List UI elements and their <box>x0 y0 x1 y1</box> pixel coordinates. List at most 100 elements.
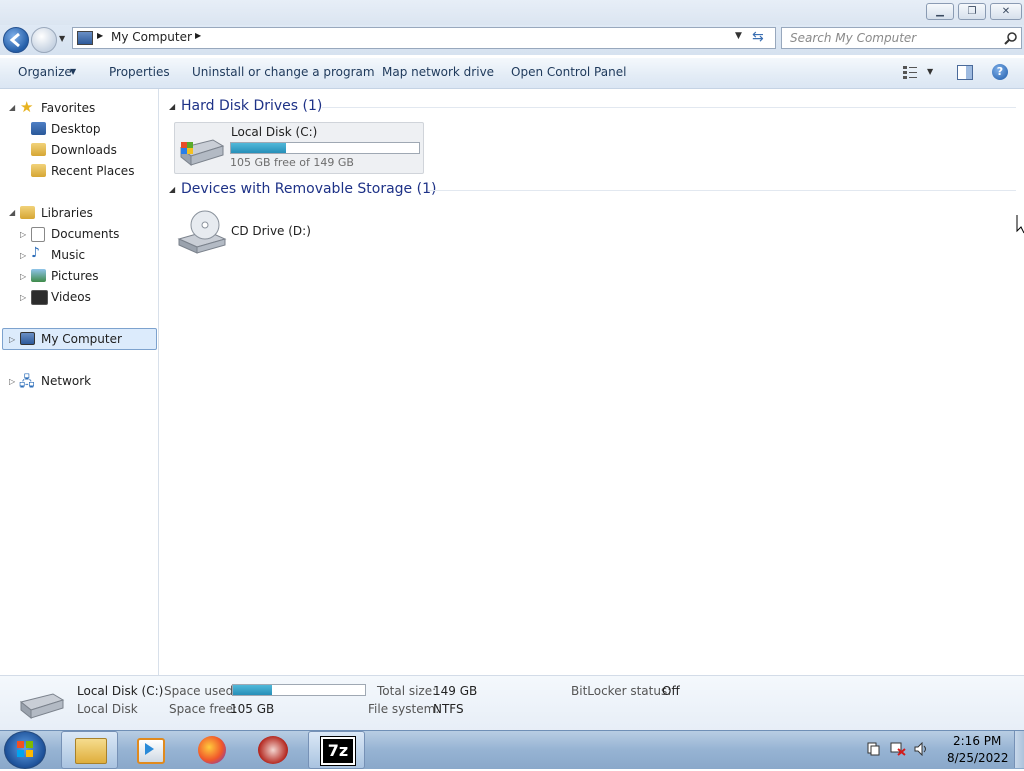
details-usage-bar <box>232 684 366 696</box>
view-options-button[interactable] <box>903 65 917 79</box>
desktop-icon <box>31 122 46 135</box>
action-center-icon[interactable] <box>866 742 880 756</box>
reader-icon <box>258 736 288 764</box>
nav-videos[interactable]: Videos <box>51 290 91 304</box>
recent-pages-dropdown[interactable]: ▼ <box>59 34 65 43</box>
hard-drive-icon <box>179 139 225 167</box>
restore-button[interactable]: ❐ <box>958 3 986 20</box>
breadcrumb-separator-icon[interactable]: ▶ <box>97 31 103 40</box>
details-drive-name: Local Disk (C:) <box>77 684 164 698</box>
computer-icon <box>20 332 35 345</box>
breadcrumb-my-computer[interactable]: My Computer <box>111 30 192 44</box>
pictures-icon <box>31 269 46 282</box>
organize-dropdown-icon[interactable]: ▼ <box>70 67 76 76</box>
close-button[interactable]: ✕ <box>990 3 1022 20</box>
group-header-removable-storage[interactable]: Devices with Removable Storage (1) <box>181 181 436 197</box>
music-note-icon: ♪ <box>31 245 40 261</box>
documents-icon <box>31 227 45 242</box>
group-header-hard-disk-drives[interactable]: Hard Disk Drives (1) <box>181 98 322 114</box>
folder-icon <box>75 738 107 764</box>
search-icon[interactable] <box>1004 31 1018 45</box>
nav-recent-places[interactable]: Recent Places <box>51 164 134 178</box>
title-bar: ▁ ❐ ✕ <box>0 0 1024 25</box>
expand-network-icon[interactable]: ▷ <box>9 377 15 386</box>
drive-c-usage-fill <box>231 143 287 153</box>
speaker-icon[interactable] <box>914 741 930 757</box>
nav-pictures[interactable]: Pictures <box>51 269 99 283</box>
network-disconnected-icon[interactable] <box>890 742 906 756</box>
breadcrumb-expand-icon[interactable]: ▶ <box>195 31 201 40</box>
map-network-drive-button[interactable]: Map network drive <box>382 65 494 79</box>
collapse-libraries-icon[interactable]: ◢ <box>9 208 15 217</box>
details-space-free-value: 105 GB <box>230 702 275 716</box>
group-divider <box>322 107 1016 108</box>
drive-c-usage-bar <box>230 142 420 154</box>
taskbar-reader[interactable] <box>246 731 301 767</box>
downloads-folder-icon <box>31 143 46 156</box>
collapse-group-icon[interactable]: ◢ <box>169 185 175 194</box>
drive-d-name: CD Drive (D:) <box>231 224 311 238</box>
nav-downloads[interactable]: Downloads <box>51 143 117 157</box>
taskbar-firefox[interactable] <box>185 731 240 767</box>
address-bar[interactable]: ▶ My Computer ▶ ▼ <box>72 27 776 49</box>
start-button[interactable] <box>4 731 46 769</box>
search-placeholder: Search My Computer <box>790 31 917 45</box>
organize-button[interactable]: Organize <box>18 65 72 79</box>
clock-date[interactable]: 8/25/2022 <box>947 751 1009 765</box>
nav-desktop[interactable]: Desktop <box>51 122 101 136</box>
expand-pictures-icon[interactable]: ▷ <box>20 272 26 281</box>
sevenzip-icon: 7z <box>320 736 356 766</box>
open-control-panel-button[interactable]: Open Control Panel <box>511 65 626 79</box>
refresh-icon[interactable]: ⇆ <box>752 29 764 45</box>
back-button[interactable] <box>3 27 29 53</box>
nav-documents[interactable]: Documents <box>51 227 119 241</box>
address-history-dropdown[interactable]: ▼ <box>735 31 742 41</box>
details-bitlocker-value: Off <box>662 684 680 698</box>
play-icon <box>145 743 154 755</box>
details-drive-type: Local Disk <box>77 702 138 716</box>
details-file-system-label: File system: <box>368 702 440 716</box>
details-bitlocker-label: BitLocker status: <box>571 684 672 698</box>
hard-drive-icon <box>19 693 65 720</box>
libraries-icon <box>20 206 35 219</box>
forward-button[interactable] <box>31 27 57 53</box>
view-details-icon <box>903 66 917 79</box>
show-desktop-button[interactable] <box>1014 731 1024 768</box>
nav-network[interactable]: Network <box>41 374 91 388</box>
nav-music[interactable]: Music <box>51 248 85 262</box>
details-space-free-label: Space free: <box>169 702 238 716</box>
taskbar-media-player[interactable] <box>123 731 178 767</box>
expand-videos-icon[interactable]: ▷ <box>20 293 26 302</box>
arrow-left-icon <box>9 32 20 48</box>
details-total-size-value: 149 GB <box>433 684 478 698</box>
view-dropdown-icon[interactable]: ▼ <box>927 67 933 76</box>
details-total-size-label: Total size: <box>377 684 437 698</box>
drive-c-name: Local Disk (C:) <box>231 125 318 139</box>
preview-pane-icon[interactable] <box>957 65 973 80</box>
help-icon[interactable]: ? <box>992 64 1008 80</box>
nav-my-computer[interactable]: My Computer <box>41 332 122 346</box>
details-space-used-label: Space used: <box>164 684 238 698</box>
minimize-button[interactable]: ▁ <box>926 3 954 20</box>
videos-icon <box>31 290 48 305</box>
collapse-group-icon[interactable]: ◢ <box>169 102 175 111</box>
expand-my-computer-icon[interactable]: ▷ <box>9 335 15 344</box>
computer-icon <box>77 31 93 45</box>
details-file-system-value: NTFS <box>433 702 464 716</box>
star-icon: ★ <box>20 98 34 116</box>
expand-music-icon[interactable]: ▷ <box>20 251 26 260</box>
windows-logo-icon <box>17 741 33 757</box>
firefox-icon <box>198 736 226 764</box>
cd-drive-icon <box>177 210 227 254</box>
nav-favorites[interactable]: Favorites <box>41 101 95 115</box>
search-input[interactable]: Search My Computer <box>781 27 1022 49</box>
mouse-cursor-icon <box>1016 215 1024 234</box>
collapse-favorites-icon[interactable]: ◢ <box>9 103 15 112</box>
uninstall-program-button[interactable]: Uninstall or change a program <box>192 65 375 79</box>
expand-documents-icon[interactable]: ▷ <box>20 230 26 239</box>
nav-libraries[interactable]: Libraries <box>41 206 93 220</box>
properties-button[interactable]: Properties <box>109 65 170 79</box>
clock-time[interactable]: 2:16 PM <box>953 734 1001 748</box>
taskbar-7zip[interactable]: 7z <box>308 731 365 769</box>
taskbar-explorer[interactable] <box>61 731 118 769</box>
